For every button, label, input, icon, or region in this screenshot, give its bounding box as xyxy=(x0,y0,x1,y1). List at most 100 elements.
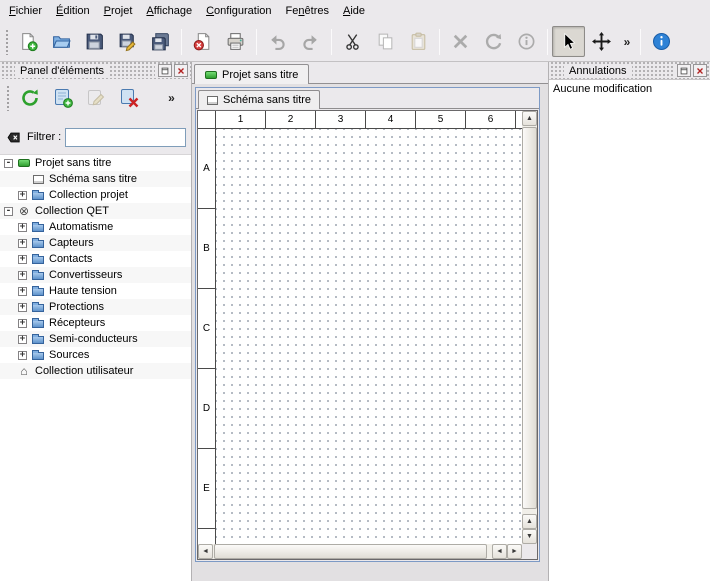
tree-item-capteurs[interactable]: + Capteurs xyxy=(0,235,191,251)
vertical-scrollbar[interactable]: ▲ ▲ ▼ xyxy=(522,111,537,544)
elements-panel-titlebar[interactable]: Panel d'éléments xyxy=(0,62,191,79)
float-panel-button[interactable] xyxy=(677,64,691,77)
expander-plus-icon[interactable]: + xyxy=(18,239,27,248)
elements-panel-toolbar: » xyxy=(0,79,191,117)
overflow-chevron-button[interactable]: » xyxy=(618,26,636,57)
tree-item-label: Contacts xyxy=(49,253,92,265)
scroll-up-button[interactable]: ▲ xyxy=(522,111,537,126)
tree-item-schema-sans-titre[interactable]: Schéma sans titre xyxy=(0,171,191,187)
new-element-button[interactable] xyxy=(46,82,79,114)
folder-icon xyxy=(31,349,45,361)
expander-plus-icon[interactable]: + xyxy=(18,271,27,280)
menu-projet[interactable]: Projet xyxy=(97,1,140,21)
edit-element-button[interactable] xyxy=(79,82,112,114)
save-all-button[interactable] xyxy=(144,26,177,57)
toolbar-grip[interactable] xyxy=(6,85,10,111)
vertical-scroll-thumb[interactable] xyxy=(522,127,537,509)
rotate-button[interactable] xyxy=(477,26,510,57)
toolbar-separator xyxy=(181,29,182,55)
select-pointer-button[interactable] xyxy=(552,26,585,57)
overflow-chevron-button[interactable]: » xyxy=(155,82,188,114)
expander-plus-icon[interactable]: + xyxy=(18,191,27,200)
close-panel-button[interactable] xyxy=(174,64,188,77)
tree-item-label: Automatisme xyxy=(49,221,113,233)
tree-item-projet-sans-titre[interactable]: -Projet sans titre xyxy=(0,155,191,171)
ruler-column-4: 4 xyxy=(366,111,416,128)
tree-item-automatisme[interactable]: + Automatisme xyxy=(0,219,191,235)
redo-button[interactable] xyxy=(294,26,327,57)
scroll-up-button[interactable]: ▲ xyxy=(522,514,537,529)
tree-item-collection-utilisateur[interactable]: ⌂Collection utilisateur xyxy=(0,363,191,379)
folder-icon xyxy=(31,269,45,281)
scroll-left-button[interactable]: ◄ xyxy=(198,544,213,559)
delete-button[interactable] xyxy=(444,26,477,57)
ruler-column-2: 2 xyxy=(266,111,316,128)
menu-edition[interactable]: Édition xyxy=(49,1,97,21)
copy-button[interactable] xyxy=(369,26,402,57)
expander-minus-icon[interactable]: - xyxy=(4,159,13,168)
undo-empty-item[interactable]: Aucune modification xyxy=(549,80,710,98)
main-toolbar: » xyxy=(0,22,710,62)
save-button[interactable] xyxy=(78,26,111,57)
horizontal-scrollbar[interactable]: ◄ ◄ ► xyxy=(198,544,522,559)
menu-affichage[interactable]: Affichage xyxy=(139,1,199,21)
tree-item-contacts[interactable]: + Contacts xyxy=(0,251,191,267)
expander-plus-icon[interactable]: + xyxy=(18,303,27,312)
delete-element-button[interactable] xyxy=(112,82,145,114)
close-panel-button[interactable] xyxy=(693,64,707,77)
refresh-collections-button[interactable] xyxy=(13,82,46,114)
cut-button[interactable] xyxy=(336,26,369,57)
schematic-canvas[interactable] xyxy=(216,129,522,544)
tree-item-semi-conducteurs[interactable]: +Semi-conducteurs xyxy=(0,331,191,347)
close-document-button[interactable] xyxy=(186,26,219,57)
select-pointer-icon xyxy=(558,31,579,52)
undo-icon xyxy=(267,31,288,52)
ruler-column-5: 5 xyxy=(416,111,466,128)
undo-button[interactable] xyxy=(261,26,294,57)
tree-item-protections[interactable]: +Protections xyxy=(0,299,191,315)
expander-plus-icon[interactable]: + xyxy=(18,351,27,360)
about-button[interactable] xyxy=(645,26,678,57)
element-info-button[interactable] xyxy=(510,26,543,57)
tree-item-recepteurs[interactable]: +Récepteurs xyxy=(0,315,191,331)
tree-item-sources[interactable]: +Sources xyxy=(0,347,191,363)
open-project-button[interactable] xyxy=(45,26,78,57)
tab-schema[interactable]: Schéma sans titre xyxy=(198,90,320,109)
filter-input[interactable] xyxy=(65,128,186,147)
folder-icon xyxy=(31,317,45,329)
tree-item-label: Schéma sans titre xyxy=(49,173,137,185)
expander-plus-icon[interactable]: + xyxy=(18,223,27,232)
paste-button[interactable] xyxy=(402,26,435,57)
expander-plus-icon[interactable]: + xyxy=(18,335,27,344)
tree-item-collection-qet[interactable]: -⊗Collection QET xyxy=(0,203,191,219)
tree-item-collection-projet[interactable]: +Collection projet xyxy=(0,187,191,203)
scroll-down-button[interactable]: ▼ xyxy=(522,529,537,544)
expander-minus-icon[interactable]: - xyxy=(4,207,13,216)
toolbar-grip[interactable] xyxy=(5,29,9,55)
tree-item-haute-tension[interactable]: +Haute tension xyxy=(0,283,191,299)
menu-fichier[interactable]: Fichier xyxy=(2,1,49,21)
folder-icon xyxy=(31,253,45,265)
tab-project[interactable]: Projet sans titre xyxy=(194,64,309,84)
print-button[interactable] xyxy=(219,26,252,57)
clear-filter-icon[interactable] xyxy=(5,130,23,145)
move-view-button[interactable] xyxy=(585,26,618,57)
undo-panel-titlebar[interactable]: Annulations xyxy=(549,62,710,79)
float-panel-button[interactable] xyxy=(158,64,172,77)
menu-configuration[interactable]: Configuration xyxy=(199,1,278,21)
save-as-button[interactable] xyxy=(111,26,144,57)
tree-item-label: Capteurs xyxy=(49,237,94,249)
scroll-left-button[interactable]: ◄ xyxy=(492,544,507,559)
cut-icon xyxy=(342,31,363,52)
scroll-right-button[interactable]: ► xyxy=(507,544,522,559)
print-icon xyxy=(225,31,246,52)
menu-aide[interactable]: Aide xyxy=(336,1,372,21)
new-document-button[interactable] xyxy=(12,26,45,57)
tree-item-convertisseurs[interactable]: +Convertisseurs xyxy=(0,267,191,283)
refresh-collections-icon xyxy=(19,87,41,109)
horizontal-scroll-thumb[interactable] xyxy=(214,544,487,559)
expander-plus-icon[interactable]: + xyxy=(18,287,27,296)
menu-fenetres[interactable]: Fenêtres xyxy=(279,1,336,21)
expander-plus-icon[interactable]: + xyxy=(18,255,27,264)
expander-plus-icon[interactable]: + xyxy=(18,319,27,328)
